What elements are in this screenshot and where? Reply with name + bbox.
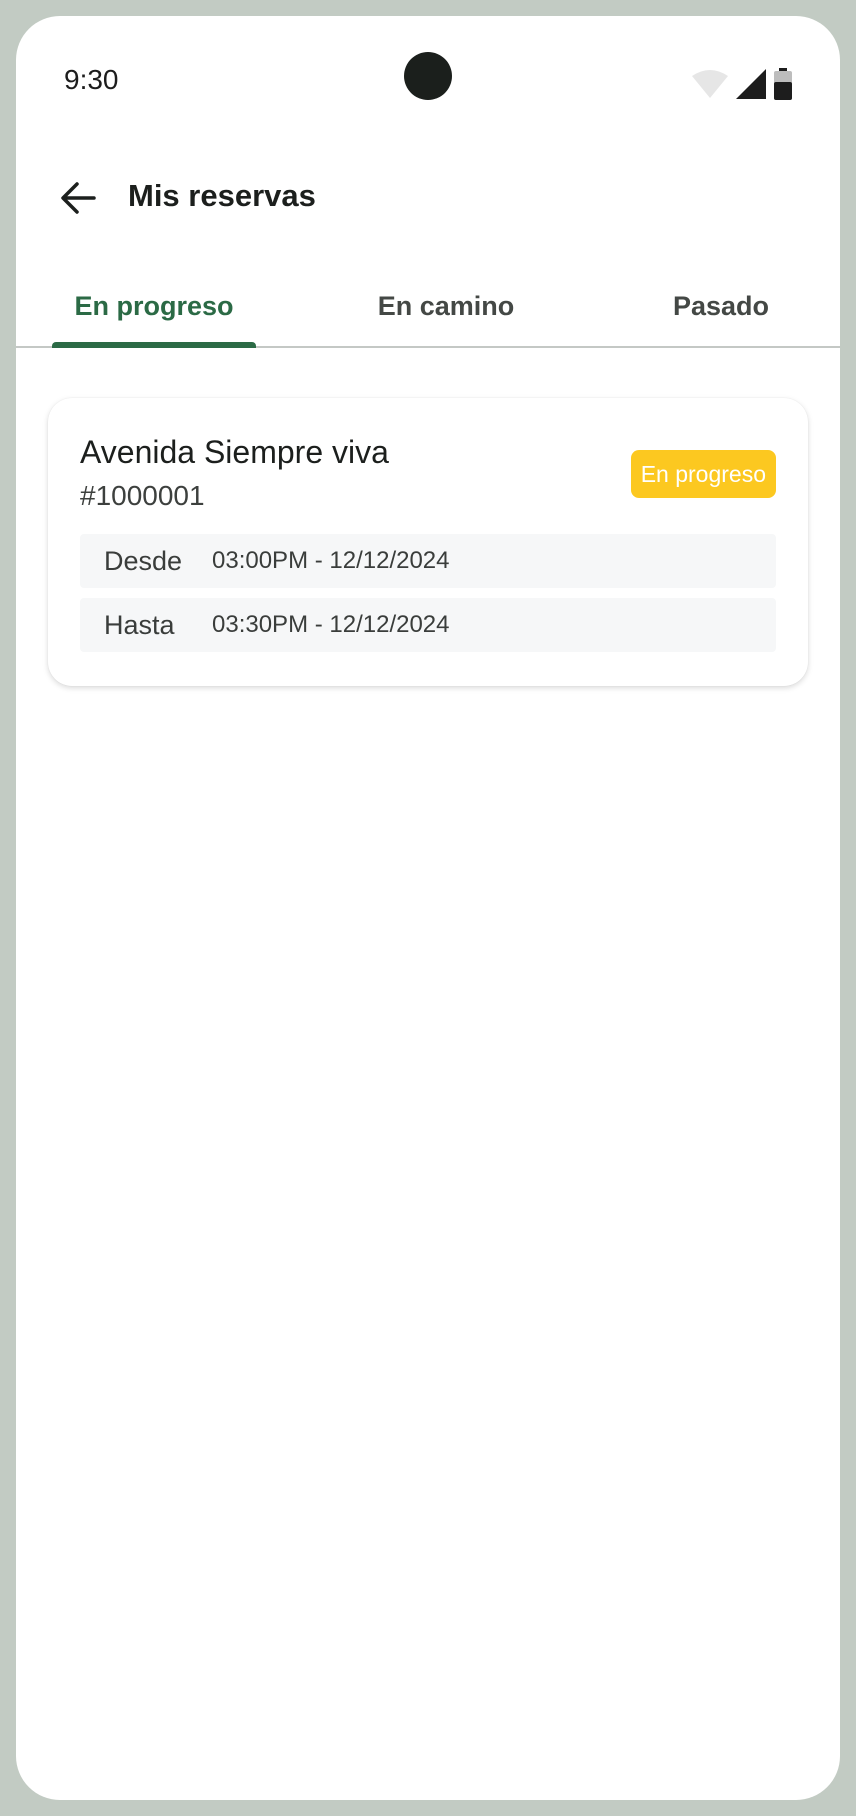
tab-pasado[interactable]: Pasado [626,266,816,346]
reservation-card[interactable]: Avenida Siempre viva #1000001 En progres… [48,398,808,686]
device-screen: 9:30 Mis reservas En progreso En camino … [16,16,840,1800]
tab-label: Pasado [672,290,770,321]
status-bar: 9:30 [16,16,840,136]
tab-bar: En progreso En camino Pasado [16,266,840,348]
battery-icon [774,68,792,105]
arrow-left-icon [60,180,96,221]
page-title: Mis reservas [128,178,316,213]
to-label: Hasta [104,609,175,640]
tab-label: En progreso [74,290,234,321]
tab-en-progreso[interactable]: En progreso [52,266,256,348]
wifi-icon [692,70,728,103]
status-time: 9:30 [64,64,119,95]
tab-active-indicator [52,342,256,348]
top-app-bar: Mis reservas [16,146,840,254]
signal-icon [736,69,766,104]
tab-en-camino[interactable]: En camino [326,266,566,346]
reservation-id: #1000001 [80,480,205,511]
tab-label: En camino [377,290,515,321]
from-value: 03:00PM - 12/12/2024 [212,547,450,574]
reservation-title: Avenida Siempre viva [80,434,389,470]
from-label: Desde [104,545,183,576]
back-button[interactable] [46,168,110,232]
status-icons [692,68,792,105]
time-row-to: Hasta 03:30PM - 12/12/2024 [80,598,776,652]
to-value: 03:30PM - 12/12/2024 [212,611,450,638]
camera-cutout [404,52,452,100]
status-badge: En progreso [630,450,776,498]
time-row-from: Desde 03:00PM - 12/12/2024 [80,534,776,588]
